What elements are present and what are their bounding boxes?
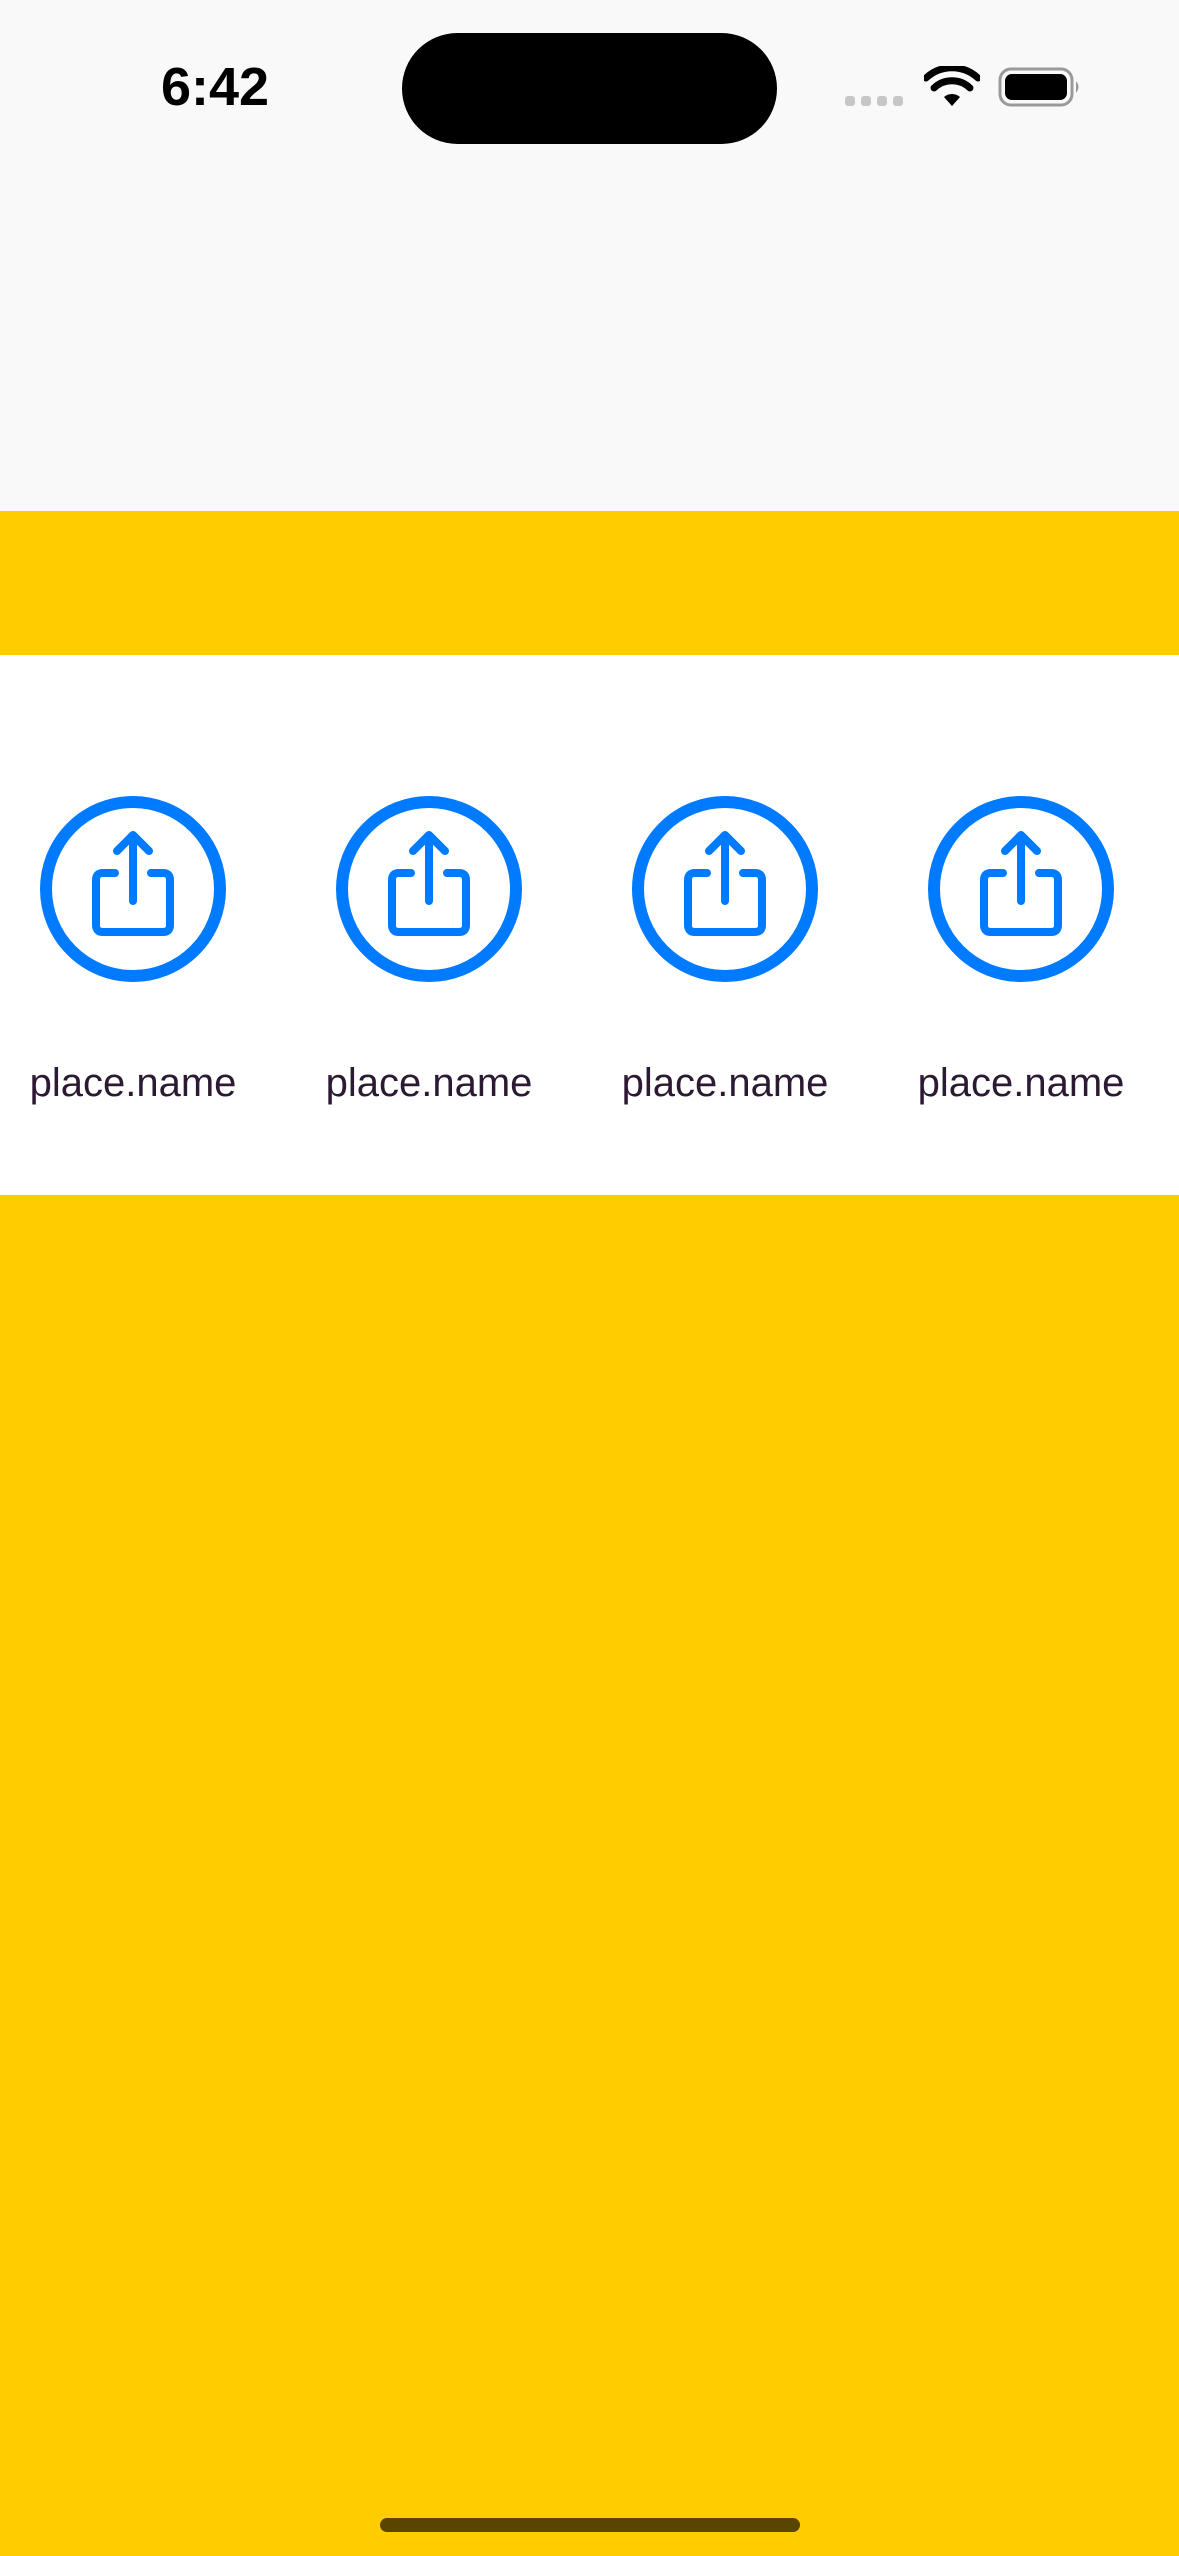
share-icon — [632, 796, 818, 982]
share-button[interactable] — [927, 795, 1115, 983]
battery-icon — [998, 67, 1079, 107]
share-button[interactable] — [39, 795, 227, 983]
share-button[interactable] — [631, 795, 819, 983]
share-icon — [336, 796, 522, 982]
place-item[interactable]: place.name — [296, 655, 556, 1195]
place-item[interactable]: place.name — [888, 655, 1148, 1195]
dynamic-island — [402, 33, 777, 144]
places-row: place.name place.name place.name place.n… — [0, 655, 1179, 1195]
share-icon — [40, 796, 226, 982]
place-name-label: place.name — [917, 1061, 1125, 1105]
content-background — [0, 1195, 1179, 2556]
home-indicator[interactable] — [380, 2518, 800, 2532]
status-bar-area: 6:42 — [0, 0, 1179, 511]
header-banner — [0, 511, 1179, 655]
share-icon — [928, 796, 1114, 982]
place-name-label: place.name — [29, 1061, 237, 1105]
place-name-label: place.name — [325, 1061, 533, 1105]
wifi-icon — [924, 66, 980, 106]
place-name-label: place.name — [621, 1061, 829, 1105]
place-item[interactable]: place.name — [0, 655, 260, 1195]
cellular-signal-icon — [845, 96, 903, 106]
status-time: 6:42 — [160, 57, 270, 117]
share-button[interactable] — [335, 795, 523, 983]
place-item[interactable]: place.name — [592, 655, 852, 1195]
